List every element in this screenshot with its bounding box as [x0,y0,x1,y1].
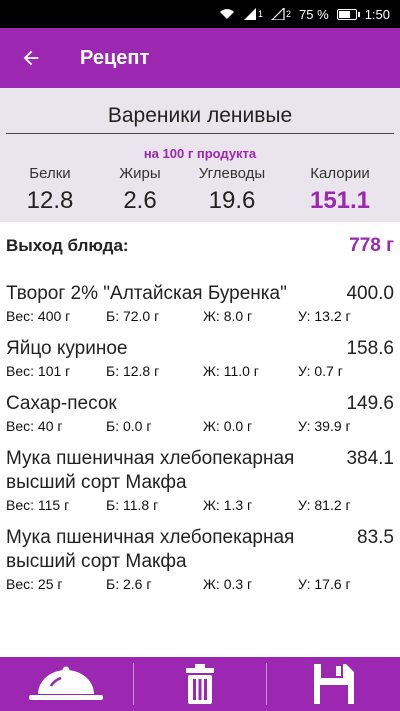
ingredient-protein: Б: 11.8 г [106,497,159,513]
nutrient-calories: Калории 151.1 [290,164,390,215]
ingredient-carbs: У: 13.2 г [298,308,351,324]
ingredient-item[interactable]: Мука пшеничная хлебопекарная высший сорт… [0,447,400,514]
sim2-signal-icon: 2 [271,8,291,20]
ingredient-fat: Ж: 11.0 г [203,363,259,379]
nutrient-label: Калории [310,165,370,182]
ingredient-fat: Ж: 8.0 г [203,308,253,324]
ingredient-calories: 158.6 [346,338,394,359]
nutrient-label: Белки [29,165,71,182]
floppy-disk-icon [313,664,354,704]
ingredient-name: Мука пшеничная хлебопекарная высший сорт… [6,527,295,572]
ingredient-weight: Вес: 115 г [6,497,70,513]
ingredient-protein: Б: 2.6 г [106,576,152,592]
status-bar: 1 2 75 % 1:50 [0,0,400,28]
ingredient-calories: 384.1 [346,448,394,469]
ingredient-item[interactable]: Творог 2% "Алтайская Буренка" 400.0 Вес:… [0,282,400,325]
ingredient-name: Мука пшеничная хлебопекарная высший сорт… [6,448,295,493]
serve-dish-button[interactable] [0,657,133,711]
ingredient-item[interactable]: Яйцо куриное 158.6 Вес: 101 г Б: 12.8 г … [0,337,400,380]
ingredient-carbs: У: 81.2 г [298,497,351,513]
nutrient-carbs: Углеводы 19.6 [182,164,282,215]
serving-cloche-icon [29,666,104,700]
yield-label: Выход блюда: [6,236,129,255]
page-title: Рецепт [80,46,150,69]
arrow-left-icon [23,50,39,66]
ingredient-weight: Вес: 25 г [6,576,63,592]
delete-button[interactable] [134,657,267,711]
ingredient-fat: Ж: 0.3 г [203,576,253,592]
divider [6,133,394,134]
nutrient-protein: Белки 12.8 [0,164,100,215]
ingredient-calories: 400.0 [346,283,394,304]
nutrient-label: Углеводы [198,165,266,182]
sim1-signal-icon: 1 [243,8,263,20]
ingredient-weight: Вес: 400 г [6,308,71,324]
nutrient-value: 12.8 [26,187,74,214]
clock: 1:50 [364,6,390,22]
battery-icon [336,8,360,20]
dish-yield: Выход блюда: 778 г [6,234,394,258]
nutrient-fat: Жиры 2.6 [90,164,190,215]
ingredient-item[interactable]: Сахар-песок 149.6 Вес: 40 г Б: 0.0 г Ж: … [0,392,400,435]
bottom-action-bar [0,657,400,711]
ingredient-weight: Вес: 101 г [6,363,71,379]
wifi-icon [219,8,235,20]
back-button[interactable] [0,28,62,88]
ingredient-item[interactable]: Мука пшеничная хлебопекарная высший сорт… [0,526,400,593]
nutrition-summary: Вареники ленивые на 100 г продукта Белки… [0,88,400,222]
ingredient-fat: Ж: 1.3 г [203,497,253,513]
sim2-label: 2 [286,9,292,19]
ingredient-name: Яйцо куриное [6,338,128,359]
ingredient-carbs: У: 0.7 г [298,363,343,379]
recipe-name: Вареники ленивые [107,104,293,127]
ingredient-name: Творог 2% "Алтайская Буренка" [6,283,287,304]
ingredient-calories: 83.5 [357,527,394,548]
yield-value: 778 г [349,235,394,256]
ingredient-protein: Б: 0.0 г [106,418,152,434]
ingredient-name: Сахар-песок [6,393,117,414]
ingredient-protein: Б: 12.8 г [106,363,160,379]
sim1-label: 1 [258,9,264,19]
save-button[interactable] [267,657,400,711]
ingredient-protein: Б: 72.0 г [106,308,160,324]
ingredients-list: Творог 2% "Алтайская Буренка" 400.0 Вес:… [0,282,400,605]
per-100g-label: на 100 г продукта [143,146,257,161]
nutrient-label: Жиры [119,165,161,182]
nutrient-value: 2.6 [123,187,157,214]
battery-percent: 75 % [299,6,329,22]
app-bar: Рецепт [0,28,400,88]
ingredient-weight: Вес: 40 г [6,418,63,434]
ingredient-calories: 149.6 [346,393,394,414]
ingredient-carbs: У: 39.9 г [298,418,351,434]
trash-icon [186,664,214,704]
ingredient-fat: Ж: 0.0 г [203,418,253,434]
ingredient-carbs: У: 17.6 г [298,576,351,592]
nutrient-value: 151.1 [309,187,371,214]
nutrient-value: 19.6 [208,187,256,214]
